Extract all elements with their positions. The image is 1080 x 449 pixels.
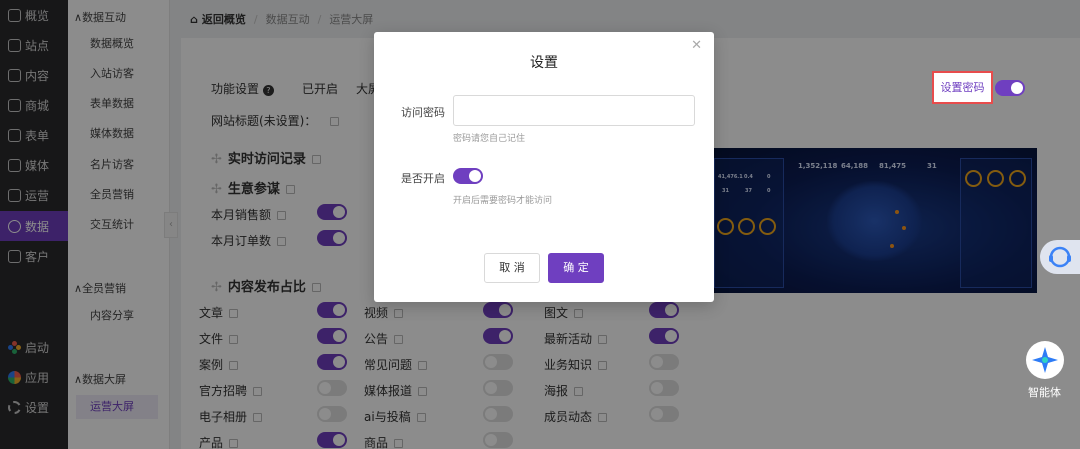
agent-label[interactable]: 智能体 bbox=[1028, 384, 1061, 400]
close-icon[interactable]: ✕ bbox=[691, 38, 702, 53]
toggle-set-password[interactable] bbox=[995, 80, 1025, 96]
confirm-button[interactable]: 确 定 bbox=[548, 253, 604, 283]
cancel-button[interactable]: 取 消 bbox=[484, 253, 540, 283]
toggle-enable-password[interactable] bbox=[453, 168, 483, 184]
enable-label: 是否开启 bbox=[401, 172, 445, 185]
password-hint: 密码请您自己记住 bbox=[453, 134, 526, 144]
customer-service-icon[interactable] bbox=[1040, 240, 1080, 274]
modal-title: 设置 bbox=[530, 55, 558, 71]
smart-agent-icon[interactable] bbox=[1026, 341, 1064, 379]
headset-icon bbox=[1049, 246, 1071, 268]
app: 概览 站点 内容 商城 表单 媒体 运营 数据 客户 启动 应用 设置 ∧数据互… bbox=[0, 0, 1080, 449]
enable-hint: 开启后需要密码才能访问 bbox=[453, 196, 553, 206]
password-input[interactable] bbox=[453, 95, 695, 126]
password-label: 访问密码 bbox=[401, 106, 445, 119]
set-password-button[interactable]: 设置密码 bbox=[932, 71, 993, 104]
settings-modal: 设置 ✕ 访问密码 密码请您自己记住 是否开启 开启后需要密码才能访问 取 消 … bbox=[374, 32, 714, 302]
agent-star-icon bbox=[1032, 347, 1058, 373]
